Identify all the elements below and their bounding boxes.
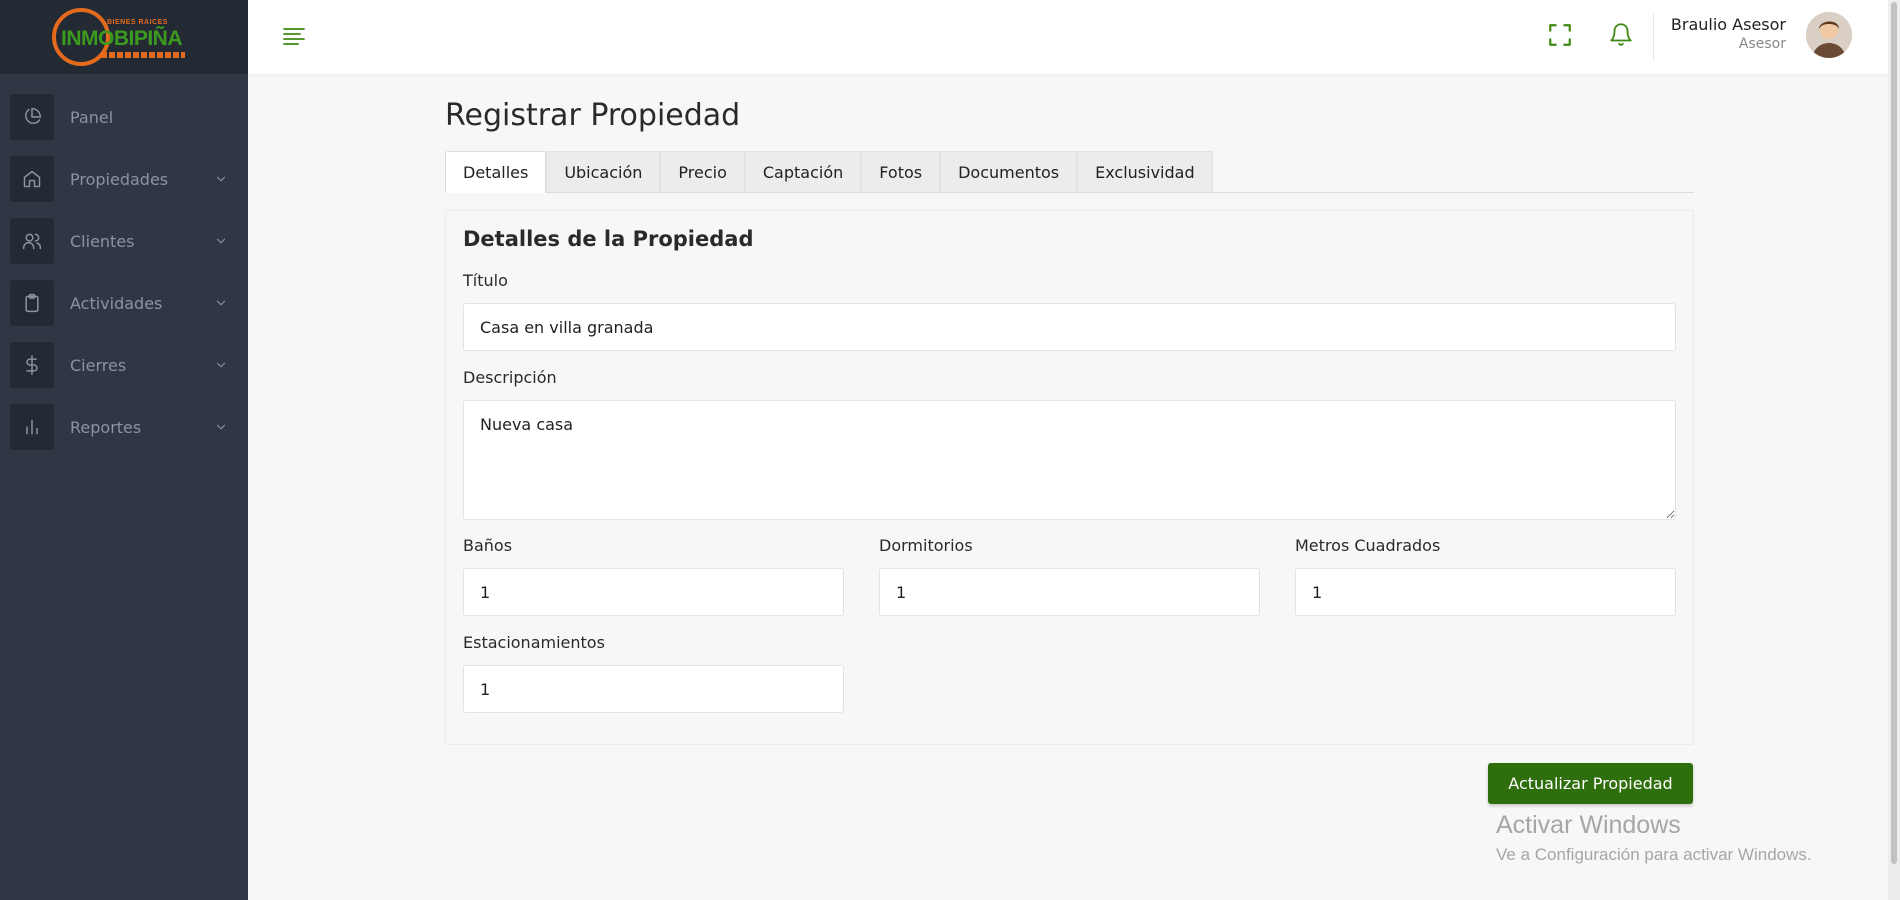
sidebar-item-label: Panel	[70, 107, 114, 127]
tab-documentos[interactable]: Documentos	[940, 151, 1078, 193]
sidebar-item-actividades[interactable]: Actividades	[10, 280, 238, 326]
dormitorios-input[interactable]	[879, 568, 1260, 616]
sidebar-item-clientes[interactable]: Clientes	[10, 218, 238, 264]
clipboard-icon	[10, 280, 54, 326]
sidebar-menu: Panel Propiedades Clientes Actividades C…	[0, 94, 248, 450]
brand-logo[interactable]: BIENES RAICES INMOBIPIÑA	[49, 5, 199, 69]
sidebar-item-panel[interactable]: Panel	[10, 94, 238, 140]
chevron-down-icon	[214, 171, 228, 190]
fullscreen-icon[interactable]	[1547, 22, 1573, 52]
pie-chart-icon	[10, 94, 54, 140]
tab-fotos[interactable]: Fotos	[861, 151, 941, 193]
tab-detalles[interactable]: Detalles	[445, 151, 547, 193]
descripcion-label: Descripción	[463, 368, 557, 387]
page-title: Registrar Propiedad	[445, 98, 741, 133]
sidebar-item-label: Propiedades	[70, 169, 169, 189]
estacionamientos-input[interactable]	[463, 665, 844, 713]
tab-bar: Detalles Ubicación Precio Captación Foto…	[445, 151, 1213, 193]
tab-captacion[interactable]: Captación	[744, 151, 862, 193]
user-name[interactable]: Braulio Asesor	[1671, 15, 1786, 34]
logo-wordmark: INMOBIPIÑA	[61, 27, 183, 50]
logo-tagline: BIENES RAICES	[107, 19, 168, 26]
titulo-label: Título	[463, 271, 508, 290]
avatar[interactable]	[1806, 12, 1852, 58]
sidebar-item-cierres[interactable]: Cierres	[10, 342, 238, 388]
logo-skyline	[101, 52, 185, 58]
descripcion-textarea[interactable]: Nueva casa	[463, 400, 1676, 520]
notification-bell-icon[interactable]	[1608, 20, 1634, 52]
menu-toggle-icon[interactable]	[282, 26, 306, 50]
metros-cuadrados-input[interactable]	[1295, 568, 1676, 616]
sidebar-item-reportes[interactable]: Reportes	[10, 404, 238, 450]
dormitorios-label: Dormitorios	[879, 536, 973, 555]
sidebar-item-label: Clientes	[70, 231, 135, 251]
sidebar-item-label: Reportes	[70, 417, 142, 437]
tab-exclusividad[interactable]: Exclusividad	[1077, 151, 1213, 193]
tab-ubicacion[interactable]: Ubicación	[546, 151, 661, 193]
users-icon	[10, 218, 54, 264]
sidebar-item-label: Cierres	[70, 355, 127, 375]
metros-cuadrados-label: Metros Cuadrados	[1295, 536, 1441, 555]
tabs-divider	[445, 192, 1694, 193]
user-role: Asesor	[1738, 36, 1786, 52]
dollar-icon	[10, 342, 54, 388]
windows-activation-title: Activar Windows	[1496, 811, 1681, 839]
sidebar-item-label: Actividades	[70, 293, 163, 313]
chevron-down-icon	[214, 233, 228, 252]
tab-precio[interactable]: Precio	[660, 151, 745, 193]
section-title: Detalles de la Propiedad	[463, 227, 754, 251]
page-scrollbar[interactable]	[1888, 0, 1900, 900]
logo-area: BIENES RAICES INMOBIPIÑA	[0, 0, 248, 74]
scrollbar-thumb[interactable]	[1891, 2, 1897, 864]
update-property-button[interactable]: Actualizar Propiedad	[1488, 763, 1693, 804]
sidebar: BIENES RAICES INMOBIPIÑA Panel Propiedad…	[0, 0, 248, 900]
banos-label: Baños	[463, 536, 513, 555]
chevron-down-icon	[214, 357, 228, 376]
property-details-card: Detalles de la Propiedad Título Descripc…	[445, 210, 1694, 745]
chevron-down-icon	[214, 419, 228, 438]
header-divider	[1653, 14, 1654, 60]
chevron-down-icon	[214, 295, 228, 314]
sidebar-item-propiedades[interactable]: Propiedades	[10, 156, 238, 202]
top-header: Braulio Asesor Asesor	[248, 0, 1900, 74]
estacionamientos-label: Estacionamientos	[463, 633, 605, 652]
windows-activation-subtitle: Ve a Configuración para activar Windows.	[1496, 845, 1812, 864]
home-icon	[10, 156, 54, 202]
banos-input[interactable]	[463, 568, 844, 616]
titulo-input[interactable]	[463, 303, 1676, 351]
bar-chart-icon	[10, 404, 54, 450]
